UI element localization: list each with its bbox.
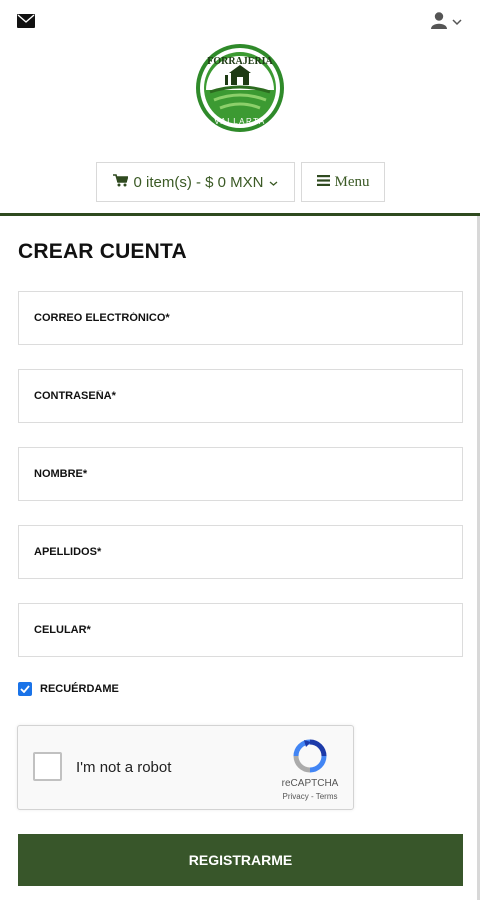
last-name-input[interactable] [19,526,462,578]
site-logo[interactable]: FORRAJERIA VALLARTA [194,42,286,134]
password-input[interactable] [19,370,462,422]
user-icon [430,11,448,34]
email-field[interactable] [18,291,463,345]
recaptcha-links: Privacy - Terms [274,792,346,801]
chevron-down-icon [269,174,278,191]
envelope-icon[interactable] [17,14,35,28]
last-name-field[interactable] [18,525,463,579]
header-divider [0,213,480,216]
remember-me-checkbox[interactable]: RECUÉRDAME [18,682,119,696]
remember-me-label: RECUÉRDAME [40,683,119,695]
cart-button[interactable]: 0 item(s) - $ 0 MXN [96,162,295,202]
hamburger-icon [316,174,330,191]
top-bar [0,0,480,44]
page-title: CREAR CUENTA [18,240,187,263]
phone-field[interactable] [18,603,463,657]
privacy-link[interactable]: Privacy [283,792,309,801]
user-account-menu[interactable] [430,11,464,34]
recaptcha-label: I'm not a robot [76,759,172,776]
email-input[interactable] [19,292,462,344]
phone-input[interactable] [19,604,462,656]
register-button[interactable]: REGISTRARME [18,834,463,886]
recaptcha-widget: I'm not a robot reCAPTCHA Privacy - Term… [17,725,354,810]
password-field[interactable] [18,369,463,423]
menu-button[interactable]: Menu [301,162,385,202]
recaptcha-checkbox[interactable] [33,752,62,781]
first-name-field[interactable] [18,447,463,501]
recaptcha-logo-icon [292,738,328,774]
menu-label: Menu [334,173,370,190]
links-separator: - [308,792,316,801]
first-name-input[interactable] [19,448,462,500]
logo-text-bottom: VALLARTA [214,117,266,126]
terms-link[interactable]: Terms [316,792,338,801]
logo-text-top: FORRAJERIA [207,56,273,67]
checkmark-icon[interactable] [18,682,32,696]
chevron-down-icon [452,13,462,31]
recaptcha-brand: reCAPTCHA [281,778,339,789]
cart-summary-label: 0 item(s) - $ 0 MXN [133,173,264,191]
shopping-cart-icon [113,173,130,191]
